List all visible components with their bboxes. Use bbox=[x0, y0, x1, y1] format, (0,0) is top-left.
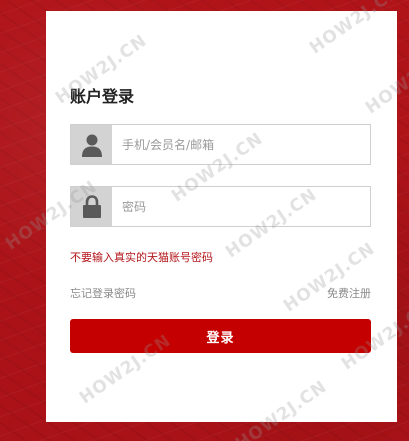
login-button[interactable]: 登录 bbox=[70, 319, 371, 353]
user-icon bbox=[71, 125, 112, 164]
password-field[interactable]: 密码 bbox=[70, 186, 371, 227]
login-title: 账户登录 bbox=[70, 87, 135, 106]
password-input[interactable]: 密码 bbox=[112, 187, 146, 226]
login-card: 账户登录 手机/会员名/邮箱 密码 不要输入真实的天猫账号密码 忘记登录密码 免… bbox=[46, 11, 397, 422]
forgot-password-link[interactable]: 忘记登录密码 bbox=[70, 285, 136, 301]
username-input[interactable]: 手机/会员名/邮箱 bbox=[112, 125, 214, 164]
warning-message: 不要输入真实的天猫账号密码 bbox=[70, 251, 213, 264]
register-link[interactable]: 免费注册 bbox=[327, 285, 371, 301]
username-field[interactable]: 手机/会员名/邮箱 bbox=[70, 124, 371, 165]
lock-icon bbox=[71, 187, 112, 226]
